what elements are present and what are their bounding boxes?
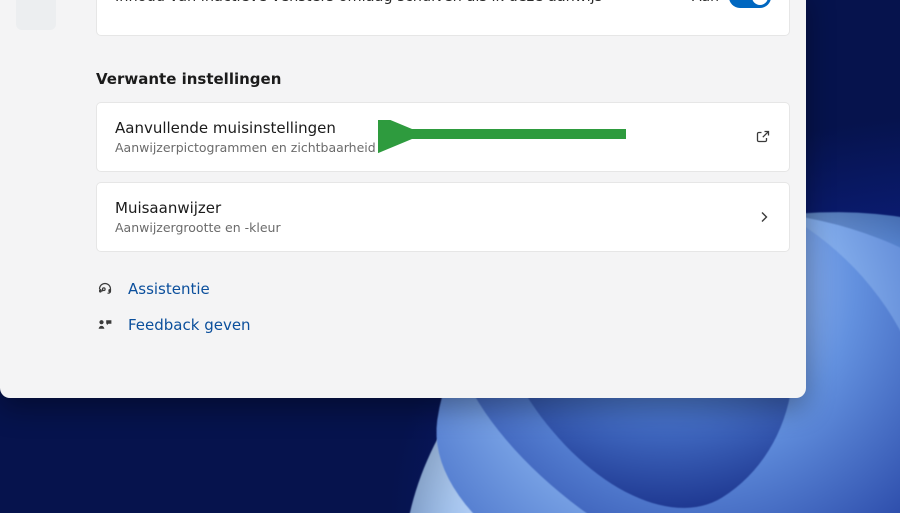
sidebar-selected-stub[interactable]	[16, 0, 56, 30]
scroll-inactive-windows-label: Inhoud van inactieve vensters omlaag sch…	[115, 0, 602, 5]
link-label: Assistentie	[128, 280, 210, 298]
card-subtitle: Aanwijzerpictogrammen en zichtbaarheid	[115, 140, 376, 155]
scroll-inactive-windows-toggle-wrap: Aan	[692, 0, 771, 8]
assistentie-link[interactable]: Assistentie	[96, 280, 790, 298]
card-title: Muisaanwijzer	[115, 199, 281, 217]
related-settings-heading: Verwante instellingen	[96, 70, 790, 88]
settings-content: Inhoud van inactieve vensters omlaag sch…	[96, 0, 790, 398]
link-label: Feedback geven	[128, 316, 251, 334]
card-subtitle: Aanwijzergrootte en -kleur	[115, 220, 281, 235]
help-links: Assistentie Feedback geven	[96, 280, 790, 334]
toggle-state-text: Aan	[692, 0, 719, 5]
chevron-right-icon	[757, 210, 771, 224]
external-link-icon	[755, 129, 771, 145]
settings-window: Inhoud van inactieve vensters omlaag sch…	[0, 0, 806, 398]
mouse-pointer-card[interactable]: Muisaanwijzer Aanwijzergrootte en -kleur	[96, 182, 790, 252]
scroll-inactive-windows-toggle[interactable]	[729, 0, 771, 8]
scroll-inactive-windows-row[interactable]: Inhoud van inactieve vensters omlaag sch…	[96, 0, 790, 36]
headset-icon	[96, 280, 114, 298]
feedback-icon	[96, 316, 114, 334]
feedback-link[interactable]: Feedback geven	[96, 316, 790, 334]
card-title: Aanvullende muisinstellingen	[115, 119, 376, 137]
additional-mouse-settings-card[interactable]: Aanvullende muisinstellingen Aanwijzerpi…	[96, 102, 790, 172]
